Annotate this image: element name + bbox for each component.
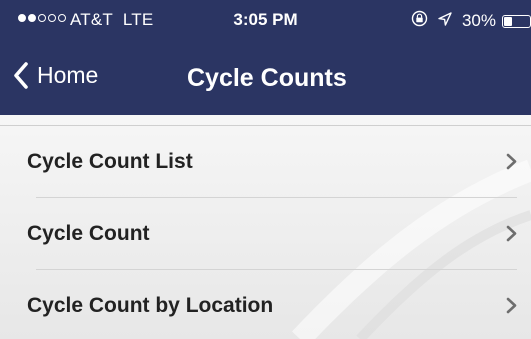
battery-icon: [502, 14, 531, 28]
battery-level: [504, 16, 513, 26]
location-arrow-icon: [437, 11, 453, 32]
app-header: AT&T LTE 3:05 PM 30% Home Cycle Counts: [0, 0, 531, 115]
menu-item-cycle-count-by-location[interactable]: Cycle Count by Location: [0, 270, 531, 339]
chevron-right-icon: [506, 225, 517, 247]
back-button[interactable]: Home: [13, 62, 98, 89]
battery-percent: 30%: [461, 11, 496, 30]
back-label: Home: [37, 62, 99, 88]
chevron-left-icon: [13, 62, 29, 89]
menu-item-label: Cycle Count: [27, 222, 150, 245]
chevron-right-icon: [506, 153, 517, 175]
menu-item-cycle-count[interactable]: Cycle Count: [0, 198, 531, 270]
chevron-right-icon: [506, 297, 517, 319]
menu-content: Cycle Count List Cycle Count Cycle Count…: [0, 115, 531, 339]
menu-item-cycle-count-list[interactable]: Cycle Count List: [0, 126, 531, 198]
status-right: 30%: [411, 10, 531, 32]
menu-item-label: Cycle Count by Location: [27, 294, 274, 317]
status-bar: AT&T LTE 3:05 PM 30%: [0, 0, 531, 44]
menu-list: Cycle Count List Cycle Count Cycle Count…: [0, 125, 531, 339]
navigation-bar: Home Cycle Counts: [0, 44, 531, 115]
orientation-lock-icon: [411, 10, 428, 32]
menu-item-label: Cycle Count List: [27, 150, 193, 173]
page-title: Cycle Counts: [187, 64, 347, 92]
